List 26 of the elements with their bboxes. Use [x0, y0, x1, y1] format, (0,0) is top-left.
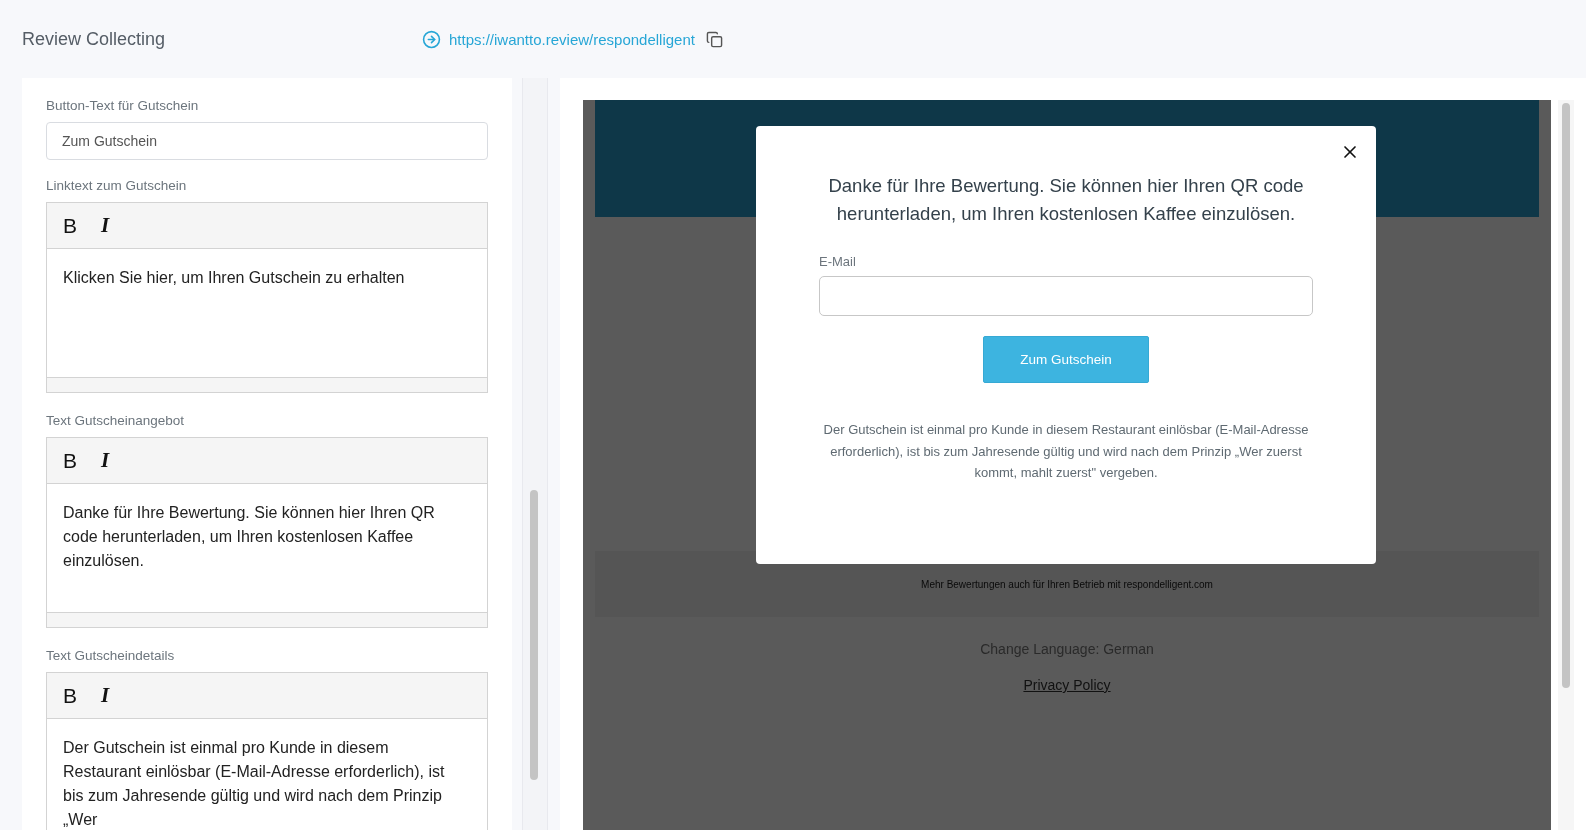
bold-button[interactable]: B: [61, 448, 79, 473]
field-label: Linktext zum Gutschein: [46, 178, 188, 193]
copy-icon[interactable]: [706, 30, 723, 48]
scrollbar-thumb[interactable]: [1562, 103, 1570, 688]
field-label: Button-Text für Gutschein: [46, 98, 200, 113]
arrow-circle-icon: [422, 29, 441, 49]
text-input[interactable]: Zum Gutschein: [46, 122, 488, 160]
scrollbar[interactable]: [1558, 100, 1574, 830]
italic-button[interactable]: I: [99, 448, 112, 473]
footer-note: Mehr Bewertungen auch für Ihren Betrieb mit respondelligent.com: [921, 578, 1213, 590]
scrollbar[interactable]: [522, 78, 548, 830]
page-title: Review Collecting: [22, 28, 167, 50]
field-label: Text Gutscheindetails: [46, 648, 176, 663]
editor-text[interactable]: Danke für Ihre Bewertung. Sie können hier Ihren QR code herunterladen, um Ihren kostenlosen Kaffee einzulösen.: [47, 484, 487, 613]
email-label: E-Mail: [819, 254, 856, 269]
italic-button[interactable]: I: [99, 213, 112, 238]
editor-text[interactable]: Der Gutschein ist einmal pro Kunde in diesem Restaurant einlösbar (E-Mail-Adresse erforderlich), ist bis zum Jahresende gültig und wird nach dem Prinzip „Wer: [47, 719, 487, 830]
dialog-heading: Danke für Ihre Bewertung. Sie können hier Ihren QR code herunterladen, um Ihren kostenlosen Kaffee einzulösen.: [827, 174, 1305, 226]
italic-button[interactable]: I: [99, 683, 112, 708]
scrollbar-thumb[interactable]: [530, 490, 538, 780]
voucher-details: Der Gutschein ist einmal pro Kunde in diesem Restaurant einlösbar (E-Mail-Adresse erforderlich), ist bis zum Jahresende gültig und wird nach dem Prinzip „Wer zuerst kommt, mahlt zuerst" vergeben.: [822, 421, 1310, 482]
email-input[interactable]: [819, 276, 1313, 316]
bold-button[interactable]: B: [61, 683, 79, 708]
field-label: Text Gutscheinangebot: [46, 413, 186, 428]
bold-button[interactable]: B: [61, 213, 79, 238]
editor-text[interactable]: Klicken Sie hier, um Ihren Gutschein zu erhalten: [47, 249, 487, 378]
